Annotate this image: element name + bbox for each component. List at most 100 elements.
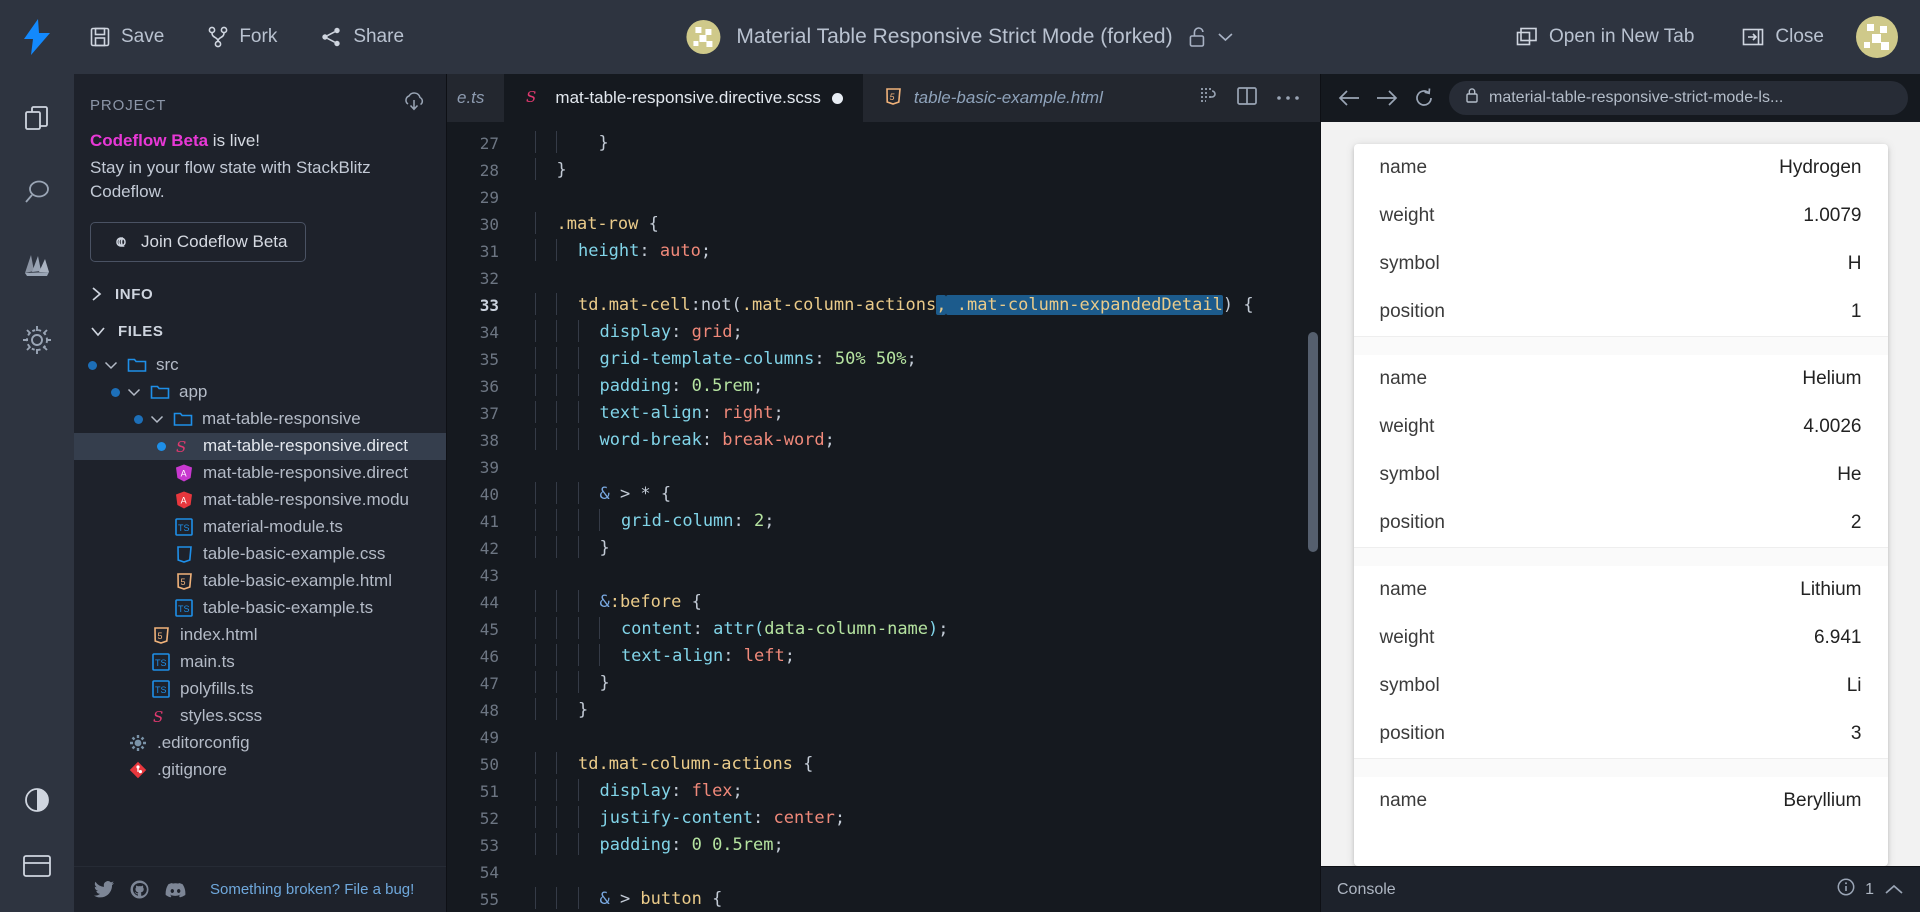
more-icon[interactable] xyxy=(1276,89,1300,107)
file-tree-item[interactable]: TS table-basic-example.ts xyxy=(74,595,446,622)
indent-guide xyxy=(577,428,579,450)
save-button[interactable]: Save xyxy=(74,20,180,54)
code-token: : xyxy=(639,241,660,261)
code-token: } xyxy=(599,673,610,693)
table-cell-key: weight xyxy=(1379,627,1435,648)
twitter-icon[interactable] xyxy=(94,881,114,898)
file-type-icon: TS xyxy=(173,517,195,537)
github-icon[interactable] xyxy=(130,880,149,899)
file-tree-item[interactable]: .gitignore xyxy=(74,757,446,784)
line-number-gutter: 27 28 29 30 31 32 33 34 35 36 37 38 39 40 41 42 43 44 45 46… xyxy=(447,122,513,912)
sidebar-section-files[interactable]: FILES xyxy=(74,313,446,350)
reload-icon[interactable] xyxy=(1413,87,1435,109)
indent-guide xyxy=(535,158,536,180)
deploy-icon[interactable] xyxy=(15,244,59,288)
theme-contrast-icon[interactable] xyxy=(15,778,59,822)
share-button[interactable]: Share xyxy=(305,20,420,54)
sidebar-section-info[interactable]: INFO xyxy=(74,276,446,313)
split-editor-icon[interactable] xyxy=(1236,86,1258,111)
editor-tab[interactable]: Smat-table-responsive.directive.scss xyxy=(504,74,863,122)
top-right-actions: Open in New Tab Close xyxy=(1500,16,1898,58)
open-in-new-tab-button[interactable]: Open in New Tab xyxy=(1500,20,1710,54)
editor-tab[interactable]: 5 table-basic-example.html xyxy=(862,74,1123,122)
page-title: Material Table Responsive Strict Mode (f… xyxy=(736,25,1173,48)
visibility-toggle[interactable] xyxy=(1189,26,1234,48)
line-number: 47 xyxy=(479,674,499,693)
arrow-left-icon[interactable] xyxy=(1337,88,1361,108)
file-a-bug-link[interactable]: Something broken? File a bug! xyxy=(210,881,414,898)
settings-gear-icon[interactable] xyxy=(15,318,59,362)
table-cell-key: position xyxy=(1379,723,1446,744)
line-number: 44 xyxy=(479,593,499,612)
file-tree-item[interactable]: app xyxy=(74,379,446,406)
file-type-icon: 5 xyxy=(173,571,195,591)
code-token: > xyxy=(609,889,641,909)
folder-chevron[interactable] xyxy=(104,360,120,370)
line-number: 42 xyxy=(479,539,499,558)
stackblitz-logo-button[interactable] xyxy=(0,19,74,55)
layout-icon[interactable] xyxy=(15,844,59,888)
typescript-file-icon: TS xyxy=(175,599,193,618)
editor-tab[interactable]: e.ts xyxy=(447,74,505,122)
file-tree-item[interactable]: TS main.ts xyxy=(74,649,446,676)
table-group-separator xyxy=(1353,337,1888,355)
console-bar[interactable]: Console 1 xyxy=(1321,866,1920,912)
svg-text:S: S xyxy=(526,88,536,106)
tab-file-icon: 5 xyxy=(883,86,903,111)
file-tree-item[interactable]: TS polyfills.ts xyxy=(74,676,446,703)
user-avatar[interactable] xyxy=(1856,16,1898,58)
code-content[interactable]: } } .mat-row { height: auto; td.mat-cell… xyxy=(513,122,1320,912)
file-tree-item[interactable]: src xyxy=(74,352,446,379)
chevron-up-icon[interactable] xyxy=(1884,883,1904,896)
chevron-down-icon xyxy=(150,416,164,424)
preview-url-bar[interactable]: material-table-responsive-strict-mode-ls… xyxy=(1449,81,1908,115)
join-codeflow-beta-button[interactable]: Join Codeflow Beta xyxy=(90,221,307,262)
code-token: .mat-column-actions xyxy=(741,295,937,315)
folder-chevron[interactable] xyxy=(127,387,143,397)
close-button[interactable]: Close xyxy=(1726,20,1840,54)
material-table-card: name Hydrogen weight 1.0079 symbol Hposition 1… xyxy=(1353,144,1888,866)
search-icon[interactable] xyxy=(15,170,59,214)
code-token: ; xyxy=(732,781,743,801)
file-tree-item[interactable]: .editorconfig xyxy=(74,730,446,757)
file-tree-item[interactable]: Smat-table-responsive.direct xyxy=(74,432,446,460)
file-type-icon xyxy=(173,544,195,564)
file-tree-item[interactable]: mat-table-responsive xyxy=(74,406,446,433)
code-token: : xyxy=(671,322,692,342)
arrow-right-icon[interactable] xyxy=(1375,88,1399,108)
indent-guide xyxy=(535,428,536,450)
file-tree-item[interactable]: TS material-module.ts xyxy=(74,514,446,541)
code-area[interactable]: 27 28 29 30 31 32 33 34 35 36 37 38 39 40 41 42 43 44 45 46… xyxy=(447,122,1320,912)
discord-icon[interactable] xyxy=(165,882,186,898)
line-number: 51 xyxy=(479,782,499,801)
unsaved-dot xyxy=(111,387,120,397)
preview-viewport[interactable]: name Hydrogen weight 1.0079 symbol Hposition 1… xyxy=(1321,122,1920,866)
file-tree-item[interactable]: 5 index.html xyxy=(74,622,446,649)
file-tree-item[interactable]: Amat-table-responsive.direct xyxy=(74,460,446,487)
code-token: ; xyxy=(784,646,795,666)
table-row-group: name Hydrogen weight 1.0079 symbol Hposition 1 xyxy=(1353,144,1888,337)
folder-chevron[interactable] xyxy=(150,414,166,424)
indent-guide xyxy=(535,509,536,531)
svg-text:TS: TS xyxy=(155,658,167,668)
files-icon[interactable] xyxy=(15,96,59,140)
table-cell-value: H xyxy=(1847,253,1862,274)
file-type-icon xyxy=(127,733,149,753)
indent-guide xyxy=(556,482,558,504)
preview-pane: material-table-responsive-strict-mode-ls… xyxy=(1320,74,1920,912)
file-tree-item[interactable]: Sstyles.scss xyxy=(74,703,446,730)
line-number: 29 xyxy=(479,188,499,207)
fork-button[interactable]: Fork xyxy=(192,20,293,54)
editor-scrollbar[interactable] xyxy=(1308,332,1318,552)
cloud-download-icon[interactable] xyxy=(402,92,426,119)
file-tree-item[interactable]: 5 table-basic-example.html xyxy=(74,568,446,595)
file-tree-item[interactable]: Amat-table-responsive.modu xyxy=(74,487,446,514)
file-tree-item[interactable]: table-basic-example.css xyxy=(74,541,446,568)
code-token: .mat-column-expandedDetail xyxy=(946,295,1223,315)
code-token: 0.5rem xyxy=(691,376,754,396)
code-token: left xyxy=(743,646,785,666)
format-icon[interactable] xyxy=(1198,86,1218,111)
indent-guide xyxy=(535,374,536,396)
